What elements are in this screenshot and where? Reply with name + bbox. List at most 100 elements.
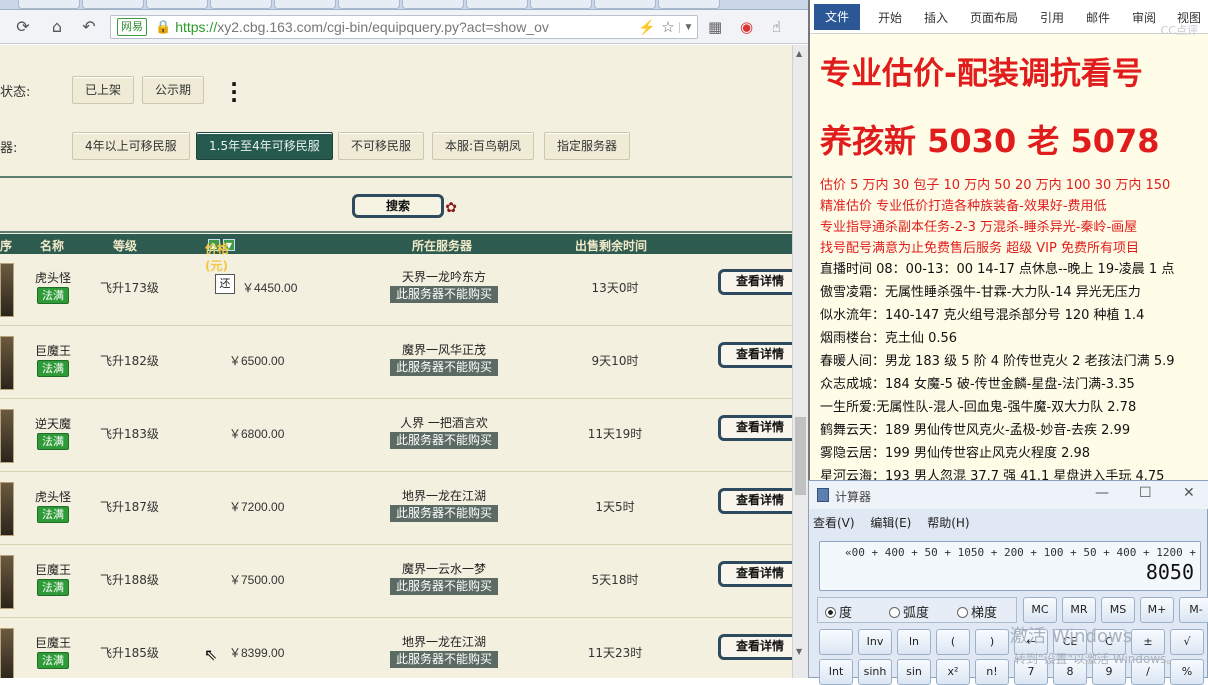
home-icon[interactable]: ⌂	[46, 16, 68, 38]
extensions-grid-icon[interactable]: ▦	[708, 18, 722, 36]
character-avatar[interactable]	[0, 555, 14, 609]
calculator-key[interactable]: )	[975, 629, 1009, 655]
table-row: 巨魔王 法满 飞升182级 ￥6500.00 魔界一风华正茂 此服务器不能购买 9天10时 查…	[0, 327, 792, 399]
view-details-button[interactable]: 查看详情	[718, 269, 792, 295]
calculator-key[interactable]: sinh	[858, 659, 892, 685]
browser-tab[interactable]	[338, 0, 400, 9]
price-value: ￥4450.00	[242, 281, 298, 295]
undo-close-icon[interactable]: ↶	[78, 16, 100, 38]
view-details-button[interactable]: 查看详情	[718, 634, 792, 660]
browser-tab[interactable]	[274, 0, 336, 9]
filter-server-no-migrate-button[interactable]: 不可移民服	[338, 132, 425, 160]
game-controller-icon[interactable]: ◉	[740, 18, 753, 36]
view-details-button[interactable]: 查看详情	[718, 415, 792, 441]
character-avatar[interactable]	[0, 336, 14, 390]
menu-help[interactable]: 帮助(H)	[927, 516, 969, 530]
radio-gradians[interactable]: 梯度	[957, 602, 997, 621]
calculator-expression: «00 + 400 + 50 + 1050 + 200 + 100 + 50 +…	[845, 546, 1196, 559]
view-details-button[interactable]: 查看详情	[718, 561, 792, 587]
menu-edit[interactable]: 编辑(E)	[870, 516, 911, 530]
haggle-badge[interactable]: 还	[215, 274, 235, 294]
hand-cursor-icon[interactable]: ☝	[772, 18, 781, 36]
character-name[interactable]: 逆天魔	[35, 415, 71, 432]
menu-view[interactable]: 查看(V)	[813, 516, 855, 530]
calculator-titlebar[interactable]: 计算器 — ☐ ✕	[809, 481, 1208, 509]
browser-tab[interactable]	[82, 0, 144, 9]
doc-line-account: 雾隐云居：199 男仙传世容止风克火程度 2.98	[820, 446, 1091, 461]
radio-degrees[interactable]: 度	[825, 602, 852, 621]
speed-mode-icon[interactable]: ⚡	[637, 19, 657, 36]
ribbon-tab-mailings[interactable]: 邮件	[1086, 9, 1110, 26]
calculator-key[interactable]: Int	[819, 659, 853, 685]
search-button[interactable]: 搜索 ✿	[352, 194, 457, 218]
character-name[interactable]: 虎头怪	[35, 488, 71, 505]
col-level: 等级	[113, 239, 138, 253]
filter-server-home-button[interactable]: 本服:百鸟朝凤	[432, 132, 535, 160]
character-name[interactable]: 虎头怪	[35, 269, 71, 286]
close-icon[interactable]: ✕	[1183, 485, 1195, 501]
filter-server-specify-button[interactable]: 指定服务器	[544, 132, 631, 160]
calculator-window: 计算器 — ☐ ✕ 查看(V) 编辑(E) 帮助(H) «00 + 400 + …	[808, 480, 1208, 685]
view-details-button[interactable]: 查看详情	[718, 488, 792, 514]
doc-line-account: 鹤舞云天：189 男仙传世风克火-孟极-妙音-去疾 2.99	[820, 423, 1131, 438]
memory-key[interactable]: MR	[1062, 597, 1096, 623]
doc-line-account: 众志成城：184 女魔-5 破-传世金麟-星盘-法门满-3.35	[820, 377, 1135, 392]
browser-tab[interactable]	[594, 0, 656, 9]
memory-key[interactable]: M+	[1140, 597, 1174, 623]
calculator-key[interactable]: ln	[897, 629, 931, 655]
character-avatar[interactable]	[0, 409, 14, 463]
calculator-key[interactable]: Inv	[858, 629, 892, 655]
browser-tab[interactable]	[402, 0, 464, 9]
ribbon-tab-review[interactable]: 审阅	[1132, 9, 1156, 26]
memory-key[interactable]: M-	[1179, 597, 1208, 623]
price-value: ￥7200.00	[229, 500, 285, 514]
calculator-key[interactable]: x²	[936, 659, 970, 685]
character-avatar[interactable]	[0, 628, 14, 678]
browser-tab[interactable]	[146, 0, 208, 9]
page-scrollbar[interactable]: ▲ ▼	[792, 45, 808, 678]
memory-key[interactable]: MS	[1101, 597, 1135, 623]
school-badge: 法满	[37, 579, 69, 596]
memory-key[interactable]: MC	[1023, 597, 1057, 623]
filter-listed-button[interactable]: 已上架	[72, 76, 135, 104]
browser-tab[interactable]	[18, 0, 80, 9]
scroll-down-icon[interactable]: ▼	[796, 647, 802, 656]
ribbon-tab-layout[interactable]: 页面布局	[970, 9, 1018, 26]
scroll-up-icon[interactable]: ▲	[796, 49, 802, 58]
character-name[interactable]: 巨魔王	[35, 561, 71, 578]
address-bar[interactable]: 网易 🔒 https://xy2.cbg.163.com/cgi-bin/equ…	[110, 15, 698, 39]
bookmark-star-icon[interactable]: ☆	[657, 18, 679, 36]
filter-server-4yr-button[interactable]: 4年以上可移民服	[72, 132, 190, 160]
ribbon-tab-insert[interactable]: 插入	[924, 9, 948, 26]
filter-publicity-button[interactable]: 公示期	[142, 76, 205, 104]
browser-tab[interactable]	[530, 0, 592, 9]
character-avatar[interactable]	[0, 263, 14, 317]
col-price[interactable]: 价格(元) ▲ ▼	[205, 237, 235, 273]
maximize-icon[interactable]: ☐	[1139, 485, 1152, 501]
site-certificate-badge[interactable]: 网易	[117, 18, 147, 36]
chevron-down-icon[interactable]: ▼	[679, 21, 697, 33]
calculator-key[interactable]: n!	[975, 659, 1009, 685]
ribbon-tab-file[interactable]: 文件	[814, 4, 860, 30]
scrollbar-thumb[interactable]	[795, 417, 806, 495]
character-avatar[interactable]	[0, 482, 14, 536]
character-name[interactable]: 巨魔王	[35, 634, 71, 651]
refresh-icon[interactable]: ⟳	[12, 16, 34, 38]
browser-tab[interactable]	[210, 0, 272, 9]
calculator-key[interactable]: sin	[897, 659, 931, 685]
character-name[interactable]: 巨魔王	[35, 342, 71, 359]
url-text[interactable]: https://xy2.cbg.163.com/cgi-bin/equipque…	[175, 19, 637, 35]
browser-tab[interactable]	[466, 0, 528, 9]
server-name: 人界 一把酒言欢	[400, 416, 488, 430]
view-details-button[interactable]: 查看详情	[718, 342, 792, 368]
radio-radians[interactable]: 弧度	[889, 602, 929, 621]
filter-server-1.5-4yr-button[interactable]: 1.5年至4年可移民服	[196, 132, 333, 160]
ribbon-tab-home[interactable]: 开始	[878, 9, 902, 26]
browser-toolbar: ⟳ ⌂ ↶ 网易 🔒 https://xy2.cbg.163.com/cgi-b…	[0, 10, 808, 44]
calculator-key[interactable]: (	[936, 629, 970, 655]
minimize-icon[interactable]: —	[1095, 485, 1109, 501]
browser-tab[interactable]	[658, 0, 720, 9]
calculator-key[interactable]	[819, 629, 853, 655]
ribbon-tab-references[interactable]: 引用	[1040, 9, 1064, 26]
more-options-icon[interactable]: · · ·	[228, 74, 240, 110]
